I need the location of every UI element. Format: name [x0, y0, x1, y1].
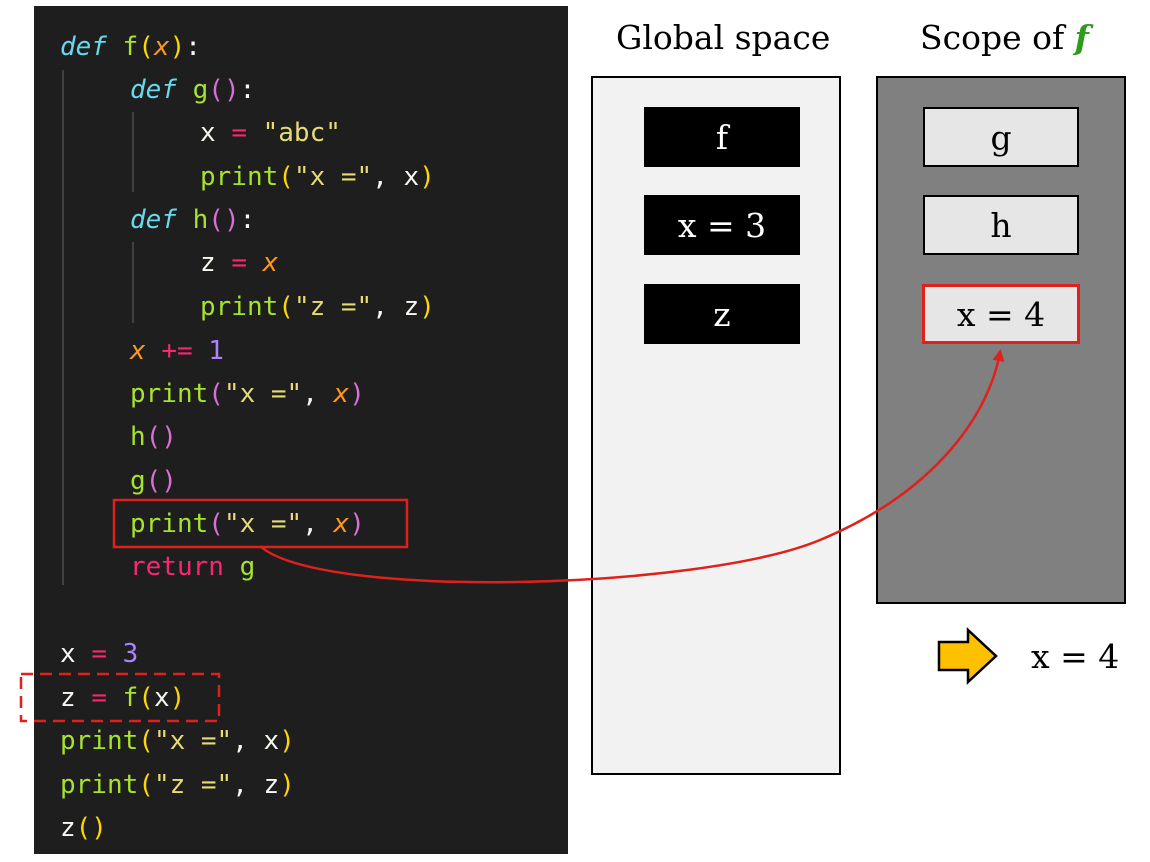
right-arrow-icon — [937, 627, 998, 685]
call-f-dashed-box — [19, 672, 221, 723]
print-x-highlight-box — [112, 498, 409, 549]
annotation-overlay — [19, 349, 1005, 723]
